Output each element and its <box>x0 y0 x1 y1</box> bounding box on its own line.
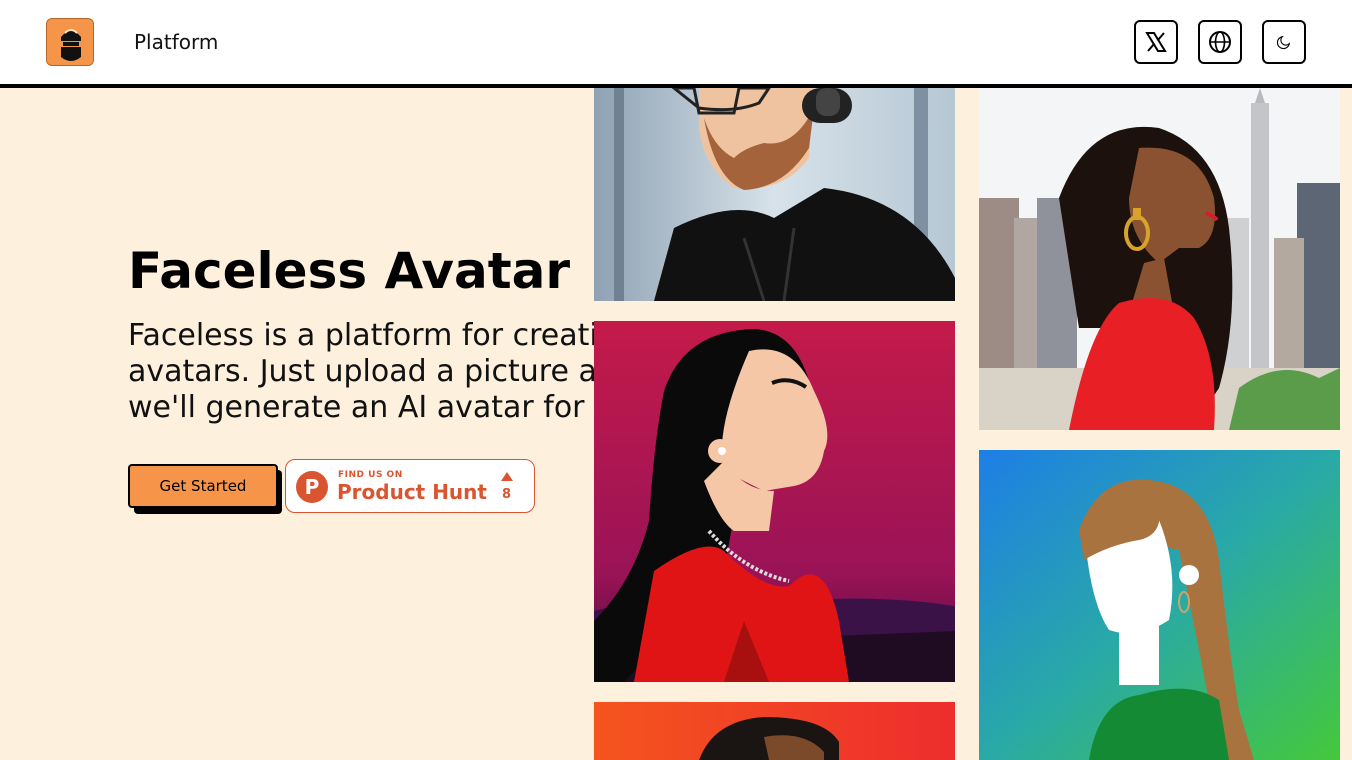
hero-description: Faceless is a platform for creati avatar… <box>128 318 598 425</box>
upvote-triangle-icon <box>501 472 513 481</box>
x-twitter-icon <box>1145 32 1167 52</box>
avatar-woman-city-skyline <box>979 88 1340 430</box>
avatar-woman-red-dress-profile <box>594 321 955 682</box>
globe-icon <box>1209 31 1231 53</box>
avatar-man-headphones-hoodie <box>594 88 955 301</box>
theme-toggle-button[interactable] <box>1262 20 1306 64</box>
product-hunt-kicker: FIND US ON <box>338 470 403 480</box>
product-hunt-logo-icon: P <box>296 471 328 503</box>
moon-icon <box>1276 35 1291 50</box>
masked-face-logo[interactable] <box>46 18 94 66</box>
hero-title: Faceless Avatar <box>128 242 571 300</box>
get-started-button[interactable]: Get Started <box>128 464 278 508</box>
avatar-woman-green-top-blue-background <box>979 450 1340 760</box>
avatar-orange-background-partial <box>594 702 955 760</box>
product-hunt-label: Product Hunt <box>337 480 487 504</box>
top-navbar: Platform <box>0 0 1352 88</box>
brand-link[interactable]: Platform <box>134 30 218 54</box>
masked-face-icon <box>47 19 93 65</box>
upvote-count: 8 <box>502 487 512 502</box>
product-hunt-badge[interactable]: P FIND US ON Product Hunt 8 <box>285 459 535 513</box>
x-twitter-button[interactable] <box>1134 20 1178 64</box>
language-button[interactable] <box>1198 20 1242 64</box>
